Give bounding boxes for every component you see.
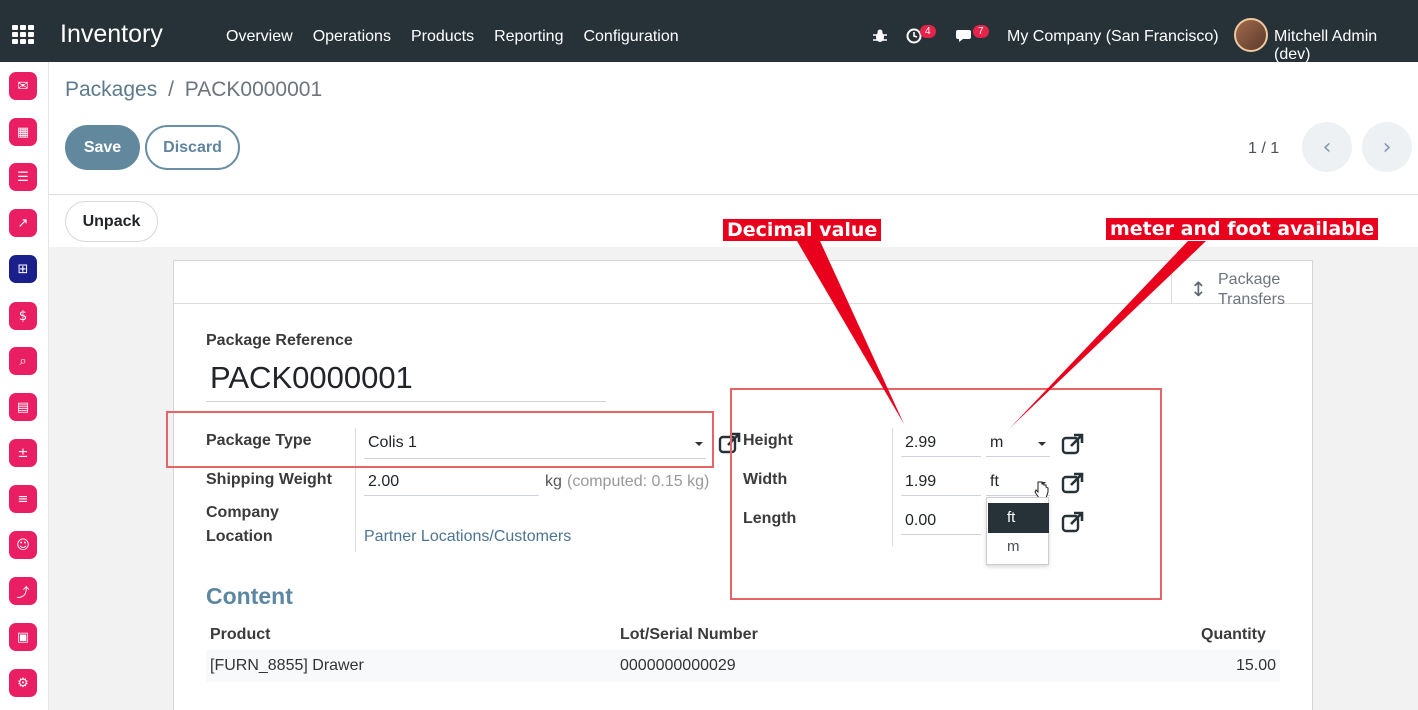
content-section-title: Content (206, 583, 293, 609)
table-row[interactable] (206, 650, 1280, 682)
decimal-value-callout: Decimal value (723, 219, 882, 241)
row-quantity: 15.00 (1236, 657, 1277, 674)
row-lot: 0000000000029 (620, 657, 736, 674)
column-header-quantity[interactable]: Quantity (1201, 626, 1266, 644)
units-available-callout: meter and foot available (1106, 218, 1379, 240)
column-header-product[interactable]: Product (210, 626, 270, 644)
row-product: [FURN_8855] Drawer (210, 657, 364, 674)
column-header-lot[interactable]: Lot/Serial Number (620, 626, 758, 644)
